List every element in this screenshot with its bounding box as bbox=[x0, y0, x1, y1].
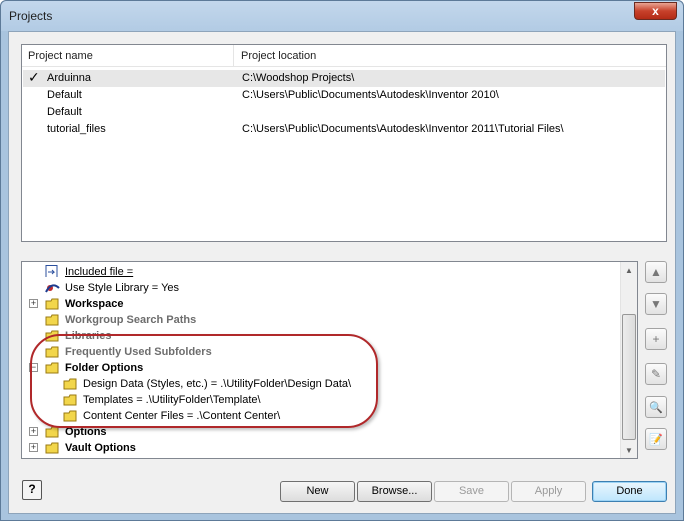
edit-text-button[interactable]: 📝 bbox=[645, 428, 667, 450]
window-title: Projects bbox=[9, 9, 53, 23]
workspace-label: Workspace bbox=[65, 298, 124, 310]
folder-icon bbox=[45, 442, 59, 454]
move-up-button[interactable]: ▲ bbox=[645, 261, 667, 283]
find-button[interactable]: 🔍 bbox=[645, 396, 667, 418]
move-down-icon: ▼ bbox=[650, 297, 662, 311]
scrollbar-thumb[interactable] bbox=[622, 314, 636, 440]
add-icon: + bbox=[652, 332, 660, 346]
column-header-project-name[interactable]: Project name bbox=[22, 45, 234, 67]
expand-icon[interactable]: + bbox=[29, 299, 38, 308]
title-bar[interactable]: Projects x bbox=[1, 1, 683, 31]
scroll-up-arrow-icon[interactable]: ▲ bbox=[625, 266, 633, 275]
add-button[interactable]: + bbox=[645, 328, 667, 350]
apply-button[interactable]: Apply bbox=[511, 481, 586, 502]
dialog-client-area: Project name Project location ✓ Arduinna… bbox=[8, 31, 676, 514]
project-list-header: Project name Project location bbox=[22, 45, 666, 67]
edit-button[interactable]: ✎ bbox=[645, 363, 667, 385]
project-row[interactable]: Default bbox=[23, 104, 665, 121]
find-icon: 🔍 bbox=[649, 402, 663, 414]
highlight-annotation-oval bbox=[30, 334, 378, 428]
project-location: C:\Woodshop Projects\ bbox=[242, 72, 355, 84]
tree-item-use-style-library[interactable]: Use Style Library = Yes bbox=[45, 280, 345, 296]
move-up-icon: ▲ bbox=[650, 265, 662, 279]
done-button[interactable]: Done bbox=[592, 481, 667, 502]
close-button[interactable]: x bbox=[634, 2, 677, 20]
browse-button[interactable]: Browse... bbox=[357, 481, 432, 502]
save-button[interactable]: Save bbox=[434, 481, 509, 502]
vault-options-label: Vault Options bbox=[65, 442, 136, 454]
project-location: C:\Users\Public\Documents\Autodesk\Inven… bbox=[242, 89, 499, 101]
workgroup-search-paths-label: Workgroup Search Paths bbox=[65, 314, 197, 326]
tree-item-included-file[interactable]: Included file = bbox=[45, 264, 345, 280]
new-button[interactable]: New bbox=[280, 481, 355, 502]
project-location: C:\Users\Public\Documents\Autodesk\Inven… bbox=[242, 123, 564, 135]
project-name: Default bbox=[47, 106, 82, 118]
project-name: Default bbox=[47, 89, 82, 101]
tree-vertical-scrollbar[interactable]: ▲ ▼ bbox=[620, 262, 637, 458]
projects-dialog: Projects x Project name Project location… bbox=[0, 0, 684, 521]
column-header-project-location[interactable]: Project location bbox=[234, 45, 534, 67]
tree-item-vault-options[interactable]: + Vault Options bbox=[29, 440, 329, 456]
folder-icon bbox=[45, 314, 59, 326]
included-file-icon bbox=[45, 265, 58, 277]
project-row[interactable]: tutorial_files C:\Users\Public\Documents… bbox=[23, 121, 665, 138]
project-name: Arduinna bbox=[47, 72, 92, 84]
edit-icon: ✎ bbox=[650, 367, 662, 381]
active-project-check-icon: ✓ bbox=[28, 69, 40, 85]
edit-text-icon: 📝 bbox=[649, 434, 663, 446]
project-list[interactable]: Project name Project location ✓ Arduinna… bbox=[21, 44, 667, 242]
move-down-button[interactable]: ▼ bbox=[645, 293, 667, 315]
project-name: tutorial_files bbox=[47, 123, 106, 135]
included-file-label: Included file = bbox=[65, 266, 134, 278]
tree-item-workgroup-search-paths[interactable]: Workgroup Search Paths bbox=[45, 312, 345, 328]
project-row[interactable]: ✓ Arduinna C:\Woodshop Projects\ bbox=[23, 69, 665, 87]
folder-icon bbox=[45, 298, 59, 310]
tree-item-workspace[interactable]: + Workspace bbox=[29, 296, 329, 312]
expand-icon[interactable]: + bbox=[29, 427, 38, 436]
style-library-icon bbox=[45, 284, 60, 293]
help-button[interactable]: ? bbox=[22, 480, 42, 500]
project-row[interactable]: Default C:\Users\Public\Documents\Autode… bbox=[23, 87, 665, 104]
use-style-library-label: Use Style Library = Yes bbox=[65, 282, 180, 294]
scroll-down-arrow-icon[interactable]: ▼ bbox=[625, 446, 633, 455]
expand-icon[interactable]: + bbox=[29, 443, 38, 452]
